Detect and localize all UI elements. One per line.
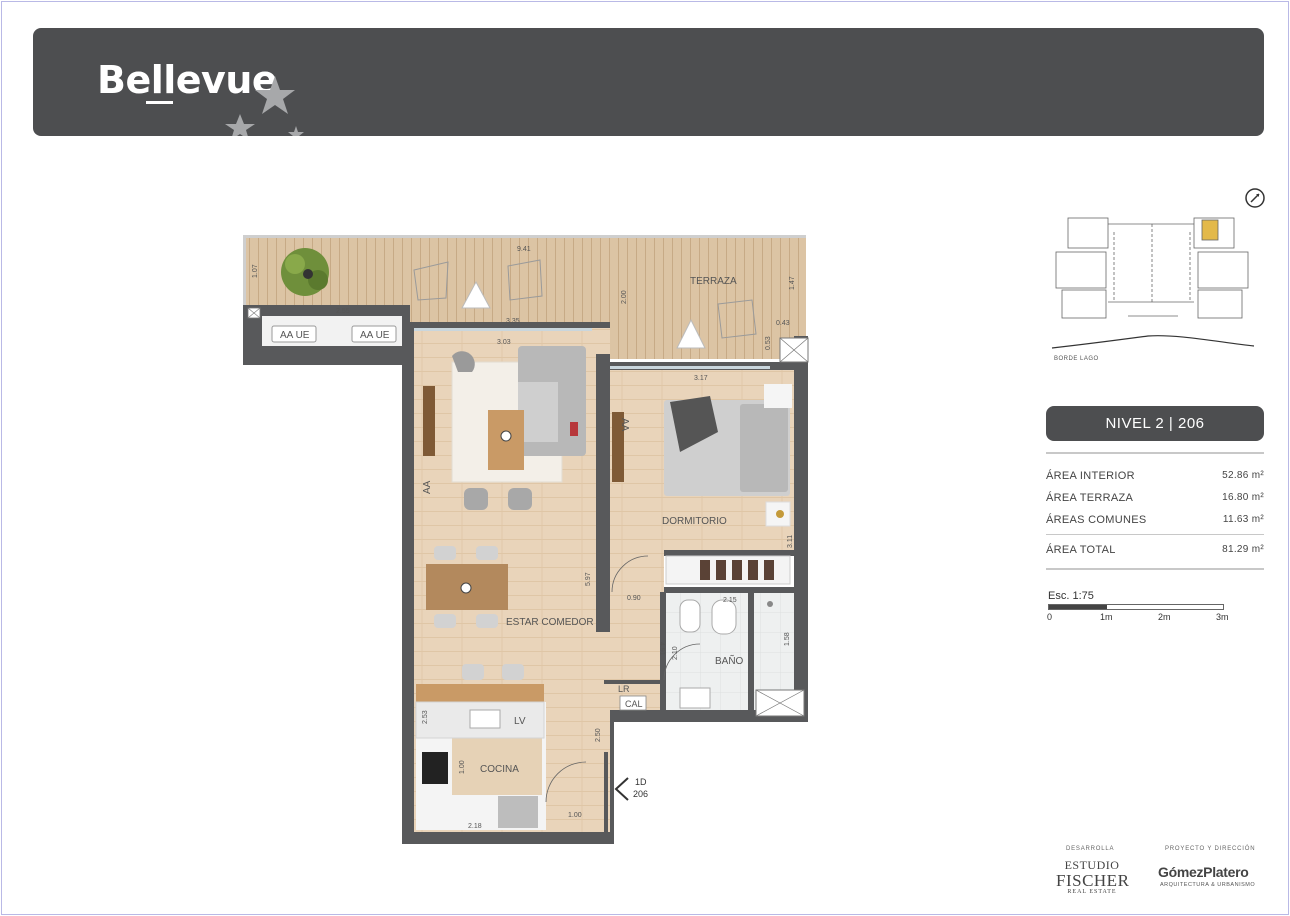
- dimension-label: 4.91: [658, 642, 665, 656]
- label-lr: LR: [618, 684, 630, 694]
- aa-wall-label: AA: [619, 418, 630, 432]
- unit-marker-line2: 206: [633, 789, 648, 799]
- room-label-estar: ESTAR COMEDOR: [506, 617, 594, 628]
- label-lv: LV: [514, 716, 526, 727]
- dimension-label: 2.55: [336, 308, 350, 315]
- area-value: 52.86 m²: [1222, 470, 1264, 481]
- dimension-label: 2.50: [595, 728, 602, 742]
- dimension-label: 1.07: [252, 264, 259, 278]
- dimension-label: 2.53: [422, 710, 429, 724]
- logo-underline: [146, 101, 173, 104]
- divider: [1046, 452, 1264, 454]
- scale-mark: 3m: [1216, 612, 1229, 622]
- gomez-platero-logo: GómezPlatero: [1158, 864, 1249, 880]
- scale-label: Esc. 1:75: [1048, 590, 1094, 602]
- area-label: ÁREA TERRAZA: [1046, 492, 1134, 504]
- keyplan-label: BORDE LAGO: [1054, 356, 1099, 362]
- dimension-label: 0.53: [765, 336, 772, 350]
- aa-wall-label: AA: [422, 480, 433, 494]
- desarrolla-label: DESARROLLA: [1066, 846, 1115, 852]
- area-row: ÁREAS COMUNES 11.63 m²: [1046, 511, 1264, 533]
- area-total-row: ÁREA TOTAL 81.29 m²: [1046, 544, 1264, 556]
- header-banner: Bellevue: [33, 28, 1264, 136]
- aa-unit-label: AA UE: [360, 330, 390, 341]
- compass-icon: [1245, 188, 1265, 208]
- dimension-label: 1.58: [784, 632, 791, 646]
- dimension-label: 1.47: [789, 276, 796, 290]
- unit-highlight: [1201, 219, 1219, 241]
- label-cal: CAL: [625, 699, 643, 709]
- room-label-bano: BAÑO: [715, 654, 744, 667]
- dimension-label: 3.03: [497, 339, 511, 346]
- key-plan: [1051, 217, 1255, 349]
- dimension-label: 2.18: [468, 823, 482, 830]
- gomez-platero-subtitle: ARQUITECTURA & URBANISMO: [1160, 882, 1256, 888]
- estudio-line2: FISCHER: [1056, 871, 1130, 890]
- area-row: ÁREA TERRAZA 16.80 m²: [1046, 489, 1264, 511]
- dimension-label: 1.00: [568, 812, 582, 819]
- divider: [1046, 534, 1264, 535]
- dimension-label: 9.41: [517, 246, 531, 253]
- room-label-terraza: TERRAZA: [690, 276, 737, 287]
- area-value: 11.63 m²: [1222, 514, 1264, 525]
- scale-mark: 0: [1047, 612, 1053, 622]
- dimension-label: 3.11: [787, 535, 794, 548]
- dimension-label: 2.15: [723, 597, 737, 604]
- area-row: ÁREA INTERIOR 52.86 m²: [1046, 467, 1264, 489]
- estudio-fischer-logo: ESTUDIO FISCHER REAL ESTATE: [1056, 858, 1130, 895]
- area-label: ÁREA INTERIOR: [1046, 470, 1135, 482]
- room-label-dormitorio: DORMITORIO: [662, 516, 727, 527]
- plant-icon: [281, 248, 329, 296]
- area-label: ÁREAS COMUNES: [1046, 514, 1147, 526]
- room-label-cocina: COCINA: [480, 764, 519, 775]
- proyecto-label: PROYECTO Y DIRECCIÓN: [1165, 846, 1256, 852]
- stars-icon: [225, 76, 304, 136]
- entry-arrow-icon: [614, 777, 629, 801]
- scale-mark: 2m: [1158, 612, 1171, 622]
- aa-unit-label: AA UE: [280, 330, 310, 341]
- area-total-label: ÁREA TOTAL: [1046, 544, 1116, 556]
- dimension-label: 2.10: [672, 646, 679, 660]
- dimension-label: 0.43: [776, 320, 790, 327]
- dimension-label: 3.17: [694, 375, 708, 382]
- area-total-value: 81.29 m²: [1222, 544, 1264, 555]
- dimension-label: 0.90: [627, 595, 641, 602]
- area-value: 16.80 m²: [1222, 492, 1264, 503]
- divider: [1046, 568, 1264, 570]
- unit-marker-line1: 1D: [635, 777, 647, 787]
- level-badge: NIVEL 2 | 206: [1046, 406, 1264, 441]
- scale-bar: [1048, 604, 1224, 610]
- dimension-label: 5.97: [585, 572, 592, 586]
- floor-plan: TERRAZA DORMITORIO ESTAR COMEDOR BAÑO CO…: [243, 235, 809, 844]
- dimension-label: 1.00: [459, 760, 466, 774]
- dimension-label: 3.35: [506, 318, 520, 325]
- dimension-label: 2.00: [621, 290, 628, 304]
- areas-table: ÁREA INTERIOR 52.86 m² ÁREA TERRAZA 16.8…: [1046, 467, 1264, 533]
- scale-mark: 1m: [1100, 612, 1113, 622]
